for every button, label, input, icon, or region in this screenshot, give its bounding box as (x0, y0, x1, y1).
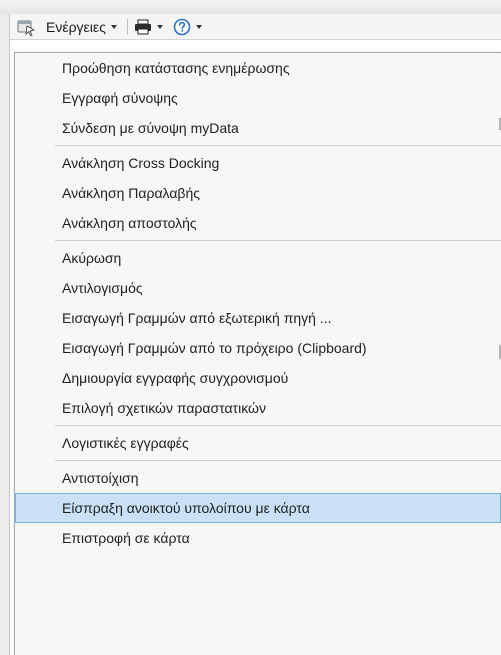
actions-dropdown-menu: Προώθηση κατάστασης ενημέρωσης Εγγραφή σ… (14, 52, 501, 655)
menu-item-recall-receipt[interactable]: Ανάκληση Παραλαβής (15, 178, 501, 208)
menu-item-cancel[interactable]: Ακύρωση (15, 243, 501, 273)
printer-icon (134, 19, 151, 34)
menu-item-reversal[interactable]: Αντιλογισμός (15, 273, 501, 303)
chevron-down-icon (156, 24, 163, 29)
menu-separator (55, 460, 501, 461)
menu-item-recall-cross-docking[interactable]: Ανάκληση Cross Docking (15, 148, 501, 178)
actions-menu-button[interactable]: Ενέργειες (42, 16, 121, 38)
window-top-strip (0, 0, 501, 14)
window-left-strip (0, 14, 10, 655)
menu-item-refund-to-card[interactable]: Επιστροφή σε κάρτα (15, 523, 501, 553)
toolbar-separator (126, 18, 128, 35)
toolbar: Ενέργειες (10, 14, 501, 40)
help-icon (173, 18, 191, 35)
menu-item-import-lines-external[interactable]: Εισαγωγή Γραμμών από εξωτερική πηγή ... (15, 303, 501, 333)
chevron-down-icon (195, 24, 202, 29)
print-button[interactable] (134, 19, 163, 35)
menu-item-recall-shipment[interactable]: Ανάκληση αποστολής (15, 208, 501, 238)
menu-item-link-mydata-summary[interactable]: Σύνδεση με σύνοψη myData (15, 113, 501, 143)
chevron-down-icon (110, 24, 117, 29)
menu-separator (55, 240, 501, 241)
menu-item-forward-update-status[interactable]: Προώθηση κατάστασης ενημέρωσης (15, 53, 501, 83)
menu-separator (55, 425, 501, 426)
menu-item-import-lines-clipboard[interactable]: Εισαγωγή Γραμμών από το πρόχειρο (Clipbo… (15, 333, 501, 363)
menu-item-matching[interactable]: Αντιστοίχιση (15, 463, 501, 493)
menu-separator (55, 145, 501, 146)
menu-item-select-related-documents[interactable]: Επιλογή σχετικών παραστατικών (15, 393, 501, 423)
screen: Ενέργειες Προώθηση κατάστασης ενημέρωσης… (0, 0, 501, 655)
help-button[interactable] (173, 18, 202, 36)
actions-app-icon[interactable] (16, 17, 36, 37)
menu-item-accounting-entries[interactable]: Λογιστικές εγγραφές (15, 428, 501, 458)
menu-item-summary-entry[interactable]: Εγγραφή σύνοψης (15, 83, 501, 113)
menu-item-create-sync-entry[interactable]: Δημιουργία εγγραφής συγχρονισμού (15, 363, 501, 393)
menu-item-collect-balance-by-card[interactable]: Είσπραξη ανοικτού υπολοίπου με κάρτα (15, 493, 501, 523)
actions-menu-label: Ενέργειες (46, 18, 106, 35)
